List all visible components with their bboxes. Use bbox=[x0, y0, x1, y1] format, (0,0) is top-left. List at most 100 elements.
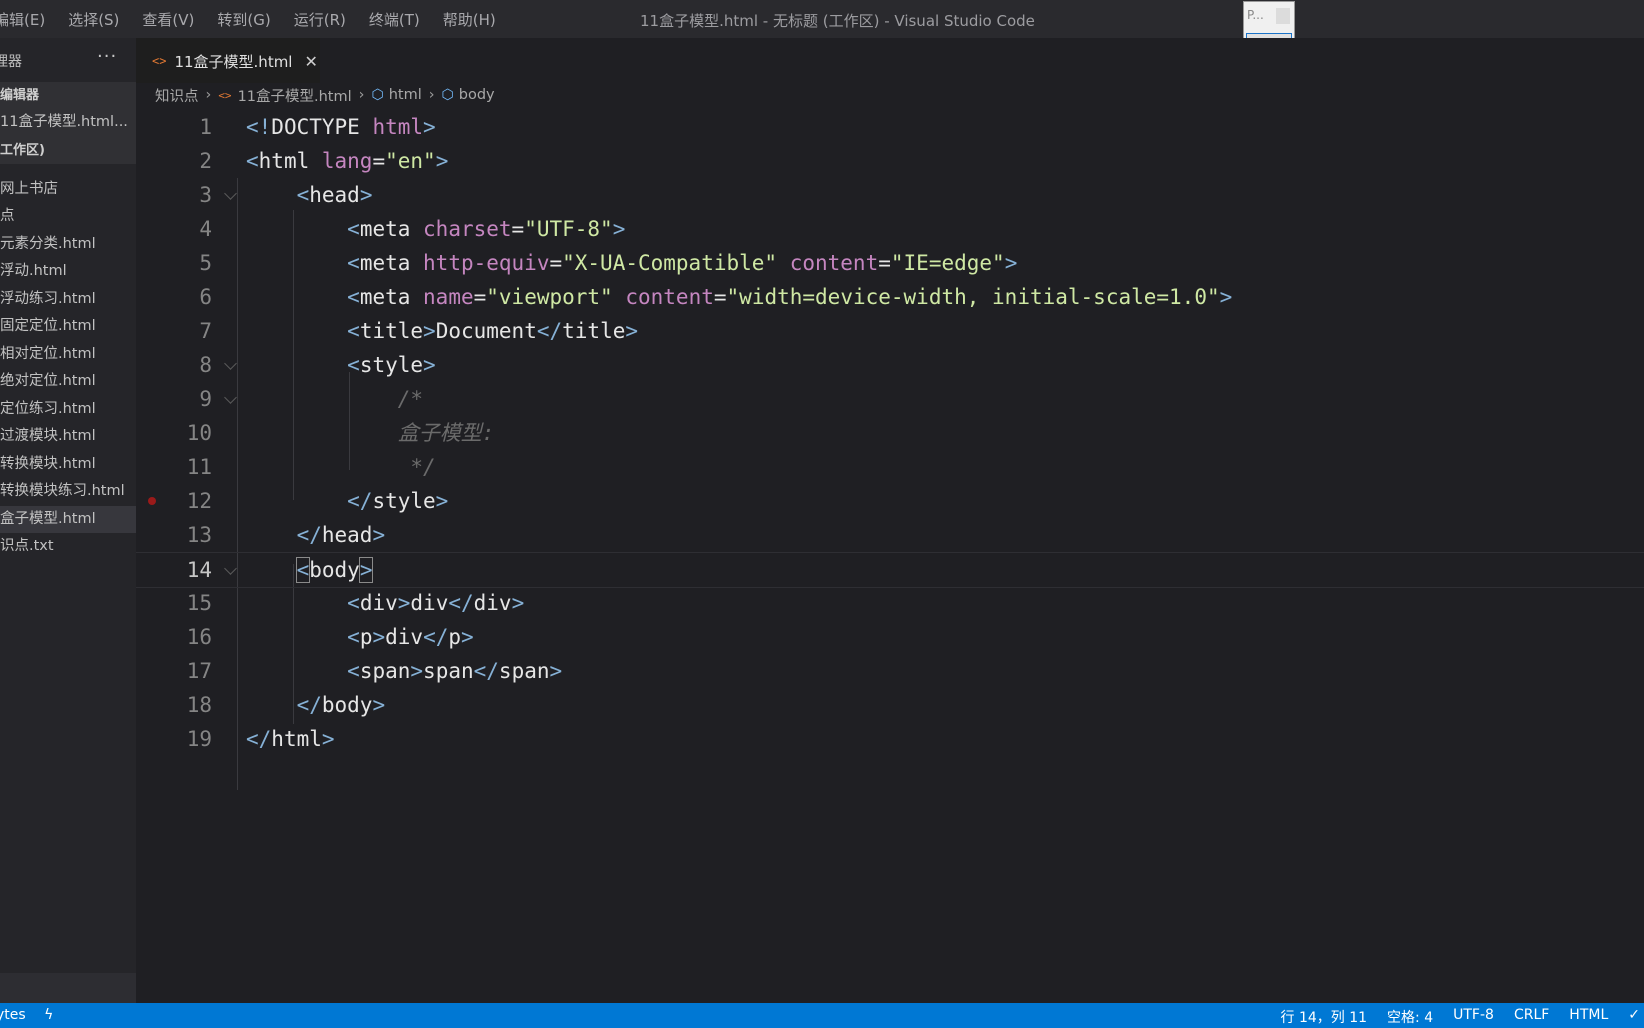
file-item[interactable]: 绝对定位.html bbox=[0, 368, 136, 396]
breadcrumb-file[interactable]: 11盒子模型.html bbox=[238, 85, 352, 106]
menu-selection[interactable]: 选择(S) bbox=[68, 9, 119, 30]
menu-help[interactable]: 帮助(H) bbox=[443, 9, 496, 30]
code-line: 11 */ bbox=[136, 450, 1644, 484]
file-item[interactable]: 点 bbox=[0, 203, 136, 231]
line-number: 8 bbox=[199, 353, 212, 377]
language-mode[interactable]: HTML bbox=[1569, 1007, 1608, 1027]
code-line: 3 <head> bbox=[136, 178, 1644, 212]
close-icon[interactable]: ✕ bbox=[304, 52, 317, 71]
line-number: 2 bbox=[199, 149, 212, 173]
code-line: 12 </style> bbox=[136, 484, 1644, 518]
code-line: 5 <meta http-equiv="X-UA-Compatible" con… bbox=[136, 246, 1644, 280]
line-number: 15 bbox=[186, 591, 212, 615]
open-editors-section[interactable]: 编辑器 bbox=[0, 82, 136, 109]
line-number: 14 bbox=[186, 558, 212, 582]
file-item[interactable]: 浮动.html bbox=[0, 258, 136, 286]
menu-edit[interactable]: 编辑(E) bbox=[0, 9, 45, 30]
code-line: 9 /* bbox=[136, 382, 1644, 416]
line-number: 13 bbox=[186, 523, 212, 547]
code-line: 1 <!DOCTYPE html> bbox=[136, 110, 1644, 144]
code-text: <!DOCTYPE html> bbox=[246, 115, 436, 139]
live-share-icon[interactable]: ϟ bbox=[44, 1007, 53, 1023]
floating-window-control[interactable] bbox=[1276, 8, 1290, 24]
line-number: 10 bbox=[186, 421, 212, 445]
code-line: 16 <p>div</p> bbox=[136, 620, 1644, 654]
code-line: 17 <span>span</span> bbox=[136, 654, 1644, 688]
line-number: 18 bbox=[186, 693, 212, 717]
file-item[interactable]: 固定定位.html bbox=[0, 313, 136, 341]
line-number: 4 bbox=[199, 217, 212, 241]
line-number: 19 bbox=[186, 727, 212, 751]
fold-chevron-icon[interactable] bbox=[224, 391, 237, 404]
file-item[interactable]: 网上书店 bbox=[0, 176, 136, 204]
code-text: /* bbox=[397, 387, 424, 411]
line-number: 1 bbox=[199, 115, 212, 139]
workspace-section[interactable]: 工作区) bbox=[0, 136, 136, 164]
code-line: 7 <title>Document</title> bbox=[136, 314, 1644, 348]
code-text: </html> bbox=[246, 727, 335, 751]
code-line: 4 <meta charset="UTF-8"> bbox=[136, 212, 1644, 246]
code-text: <style> bbox=[347, 353, 436, 377]
check-icon[interactable]: ✓ bbox=[1628, 1007, 1640, 1027]
chevron-right-icon: › bbox=[428, 87, 435, 103]
open-editor-item[interactable]: 11盒子模型.html... bbox=[0, 109, 136, 137]
code-text: </style> bbox=[347, 489, 449, 513]
code-line: 19 </html> bbox=[136, 722, 1644, 756]
explorer-title: 理器 bbox=[0, 54, 22, 70]
more-actions-icon[interactable]: ··· bbox=[97, 46, 117, 67]
code-line: 10 盒子模型: bbox=[136, 416, 1644, 450]
menu-run[interactable]: 运行(R) bbox=[294, 9, 346, 30]
code-line: 2 <html lang="en"> bbox=[136, 144, 1644, 178]
file-item[interactable]: 识点.txt bbox=[0, 533, 136, 561]
code-text: <meta charset="UTF-8"> bbox=[347, 217, 626, 241]
code-text: <div>div</div> bbox=[347, 591, 525, 615]
file-item[interactable]: 转换模块练习.html bbox=[0, 478, 136, 506]
file-item-active[interactable]: 盒子模型.html bbox=[0, 505, 136, 533]
status-bar: ytes ϟ 行 14，列 11 空格: 4 UTF-8 CRLF HTML ✓ bbox=[0, 1003, 1644, 1028]
code-line: 18 </body> bbox=[136, 688, 1644, 722]
breadcrumb-body[interactable]: body bbox=[459, 87, 495, 103]
code-text: </head> bbox=[296, 523, 386, 547]
menu-go[interactable]: 转到(G) bbox=[217, 9, 270, 30]
status-right: 行 14，列 11 空格: 4 UTF-8 CRLF HTML ✓ bbox=[1281, 1007, 1644, 1027]
code-text: 盒子模型: bbox=[397, 421, 495, 445]
explorer-header: 理器 ··· bbox=[0, 38, 136, 82]
html-file-icon: <> bbox=[218, 88, 232, 102]
sidebar-bottom-panel[interactable] bbox=[0, 973, 136, 1003]
indentation-status[interactable]: 空格: 4 bbox=[1387, 1007, 1433, 1027]
fold-chevron-icon[interactable] bbox=[224, 187, 237, 200]
breadcrumb-folder[interactable]: 知识点 bbox=[155, 85, 199, 106]
window-title: 11盒子模型.html - 无标题 (工作区) - Visual Studio … bbox=[640, 12, 1035, 30]
explorer-sidebar: 理器 ··· 编辑器 11盒子模型.html... 工作区) 网上书店 点 元素… bbox=[0, 38, 136, 1003]
cursor-position[interactable]: 行 14，列 11 bbox=[1281, 1007, 1368, 1027]
menu-terminal[interactable]: 终端(T) bbox=[369, 9, 420, 30]
breadcrumb-html[interactable]: html bbox=[389, 87, 422, 103]
file-item[interactable]: 过渡模块.html bbox=[0, 423, 136, 451]
element-cube-icon: ⬡ bbox=[371, 87, 384, 103]
current-code-line: 14 <body> bbox=[136, 552, 1644, 588]
file-item[interactable]: 转换模块.html bbox=[0, 451, 136, 479]
eol-status[interactable]: CRLF bbox=[1514, 1007, 1549, 1027]
floating-window-title: P... bbox=[1247, 8, 1264, 22]
file-item[interactable]: 浮动练习.html bbox=[0, 286, 136, 314]
line-number: 16 bbox=[186, 625, 212, 649]
tab-active[interactable]: <> 11盒子模型.html ✕ bbox=[136, 38, 320, 83]
file-item[interactable]: 相对定位.html bbox=[0, 341, 136, 369]
menu-view[interactable]: 查看(V) bbox=[142, 9, 194, 30]
code-text: <title>Document</title> bbox=[347, 319, 639, 343]
tab-label: 11盒子模型.html bbox=[174, 52, 293, 71]
fold-chevron-icon[interactable] bbox=[224, 357, 237, 370]
code-text: <p>div</p> bbox=[347, 625, 474, 649]
file-size-status[interactable]: ytes bbox=[0, 1007, 26, 1023]
code-text: <html lang="en"> bbox=[246, 149, 449, 173]
line-number: 6 bbox=[199, 285, 212, 309]
element-cube-icon: ⬡ bbox=[441, 87, 454, 103]
file-item[interactable]: 定位练习.html bbox=[0, 396, 136, 424]
fold-chevron-icon[interactable] bbox=[224, 562, 237, 575]
encoding-status[interactable]: UTF-8 bbox=[1453, 1007, 1494, 1027]
code-editor[interactable]: 1 <!DOCTYPE html> 2 <html lang="en"> 3 <… bbox=[136, 110, 1644, 1003]
chevron-right-icon: › bbox=[358, 87, 365, 103]
code-text: <meta http-equiv="X-UA-Compatible" conte… bbox=[347, 251, 1018, 275]
file-item[interactable]: 元素分类.html bbox=[0, 231, 136, 259]
menu-bar: 编辑(E) 选择(S) 查看(V) 转到(G) 运行(R) 终端(T) 帮助(H… bbox=[0, 0, 519, 38]
